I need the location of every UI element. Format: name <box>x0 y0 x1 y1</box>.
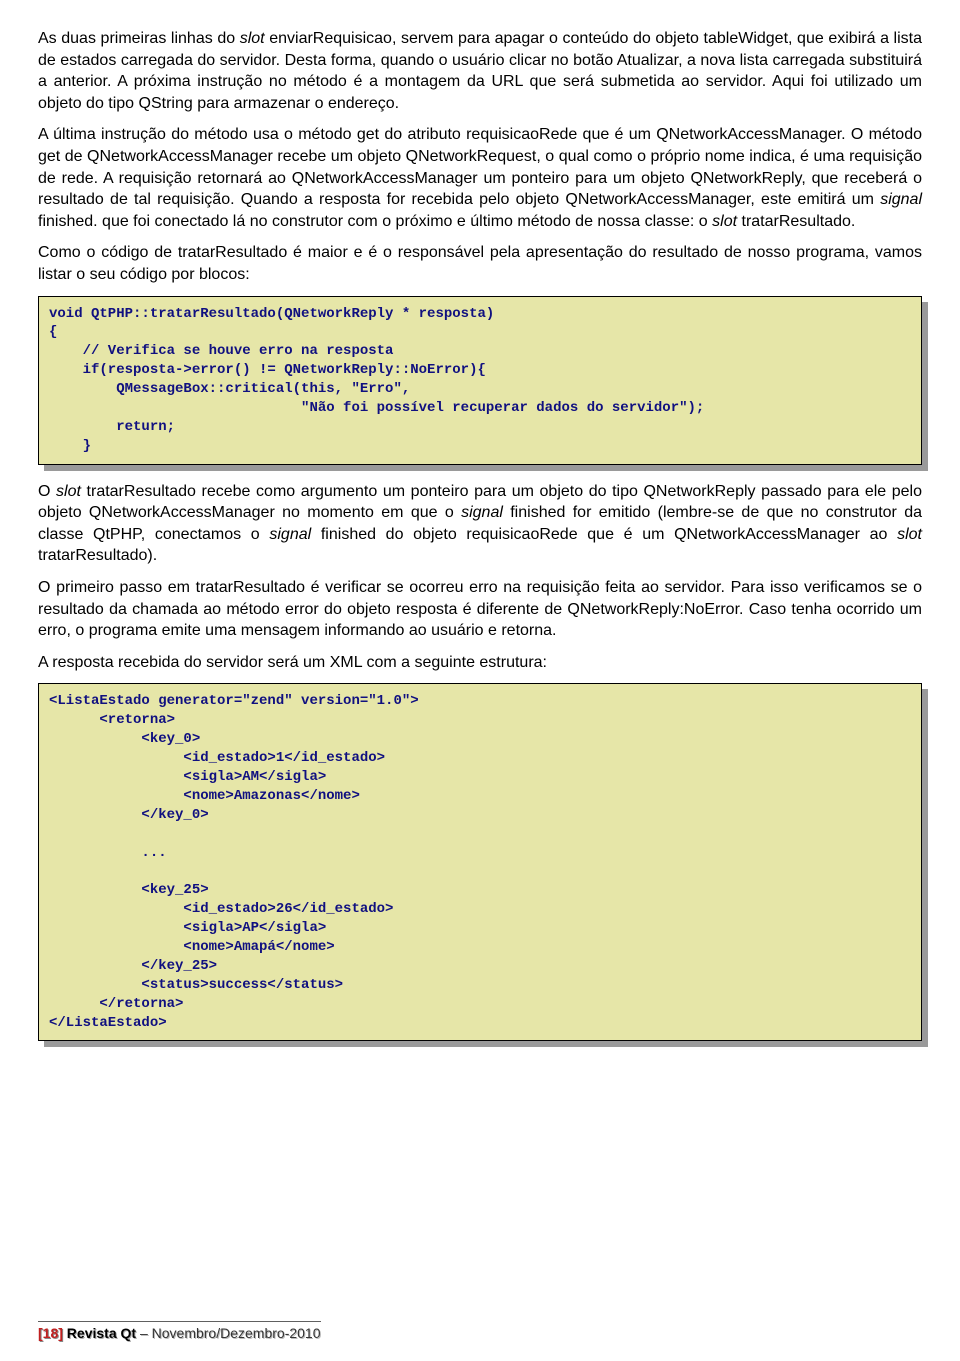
footer-date: Novembro/Dezembro-2010 <box>152 1325 321 1341</box>
code-block-2: <ListaEstado generator="zend" version="1… <box>38 683 922 1041</box>
paragraph-2: A última instrução do método usa o métod… <box>38 124 922 232</box>
p4-text-d: finished do objeto requisicaoRede que é … <box>311 526 897 543</box>
p4-signal2-word: signal <box>269 526 311 543</box>
p2-text-c: tratarResultado. <box>737 213 855 230</box>
p4-slot2-word: slot <box>897 526 922 543</box>
p2-signal-word: signal <box>880 191 922 208</box>
p4-slot-word: slot <box>56 483 81 500</box>
page-footer: [18] Revista Qt – Novembro/Dezembro-2010 <box>38 1321 321 1343</box>
p2-slot-word: slot <box>712 213 737 230</box>
p4-signal1-word: signal <box>461 504 503 521</box>
paragraph-1: As duas primeiras linhas do slot enviarR… <box>38 28 922 114</box>
footer-divider <box>38 1321 321 1322</box>
magazine-name: Revista Qt <box>63 1325 136 1341</box>
p1-text-a: As duas primeiras linhas do <box>38 30 240 47</box>
p2-text-a: A última instrução do método usa o métod… <box>38 126 922 208</box>
paragraph-5: O primeiro passo em tratarResultado é ve… <box>38 577 922 642</box>
code-block-1: void QtPHP::tratarResultado(QNetworkRepl… <box>38 296 922 465</box>
page-number: 18 <box>43 1325 59 1341</box>
page-content: As duas primeiras linhas do slot enviarR… <box>0 0 960 1361</box>
p4-text-e: tratarResultado). <box>38 547 157 564</box>
footer-sep: – <box>136 1325 152 1341</box>
p4-text-a: O <box>38 483 56 500</box>
paragraph-6: A resposta recebida do servidor será um … <box>38 652 922 674</box>
paragraph-4: O slot tratarResultado recebe como argum… <box>38 481 922 567</box>
code-block-1-wrap: void QtPHP::tratarResultado(QNetworkRepl… <box>38 296 922 465</box>
p1-slot-word: slot <box>240 30 265 47</box>
code-block-2-wrap: <ListaEstado generator="zend" version="1… <box>38 683 922 1041</box>
paragraph-3: Como o código de tratarResultado é maior… <box>38 242 922 285</box>
p2-text-b: finished. que foi conectado lá no constr… <box>38 213 712 230</box>
